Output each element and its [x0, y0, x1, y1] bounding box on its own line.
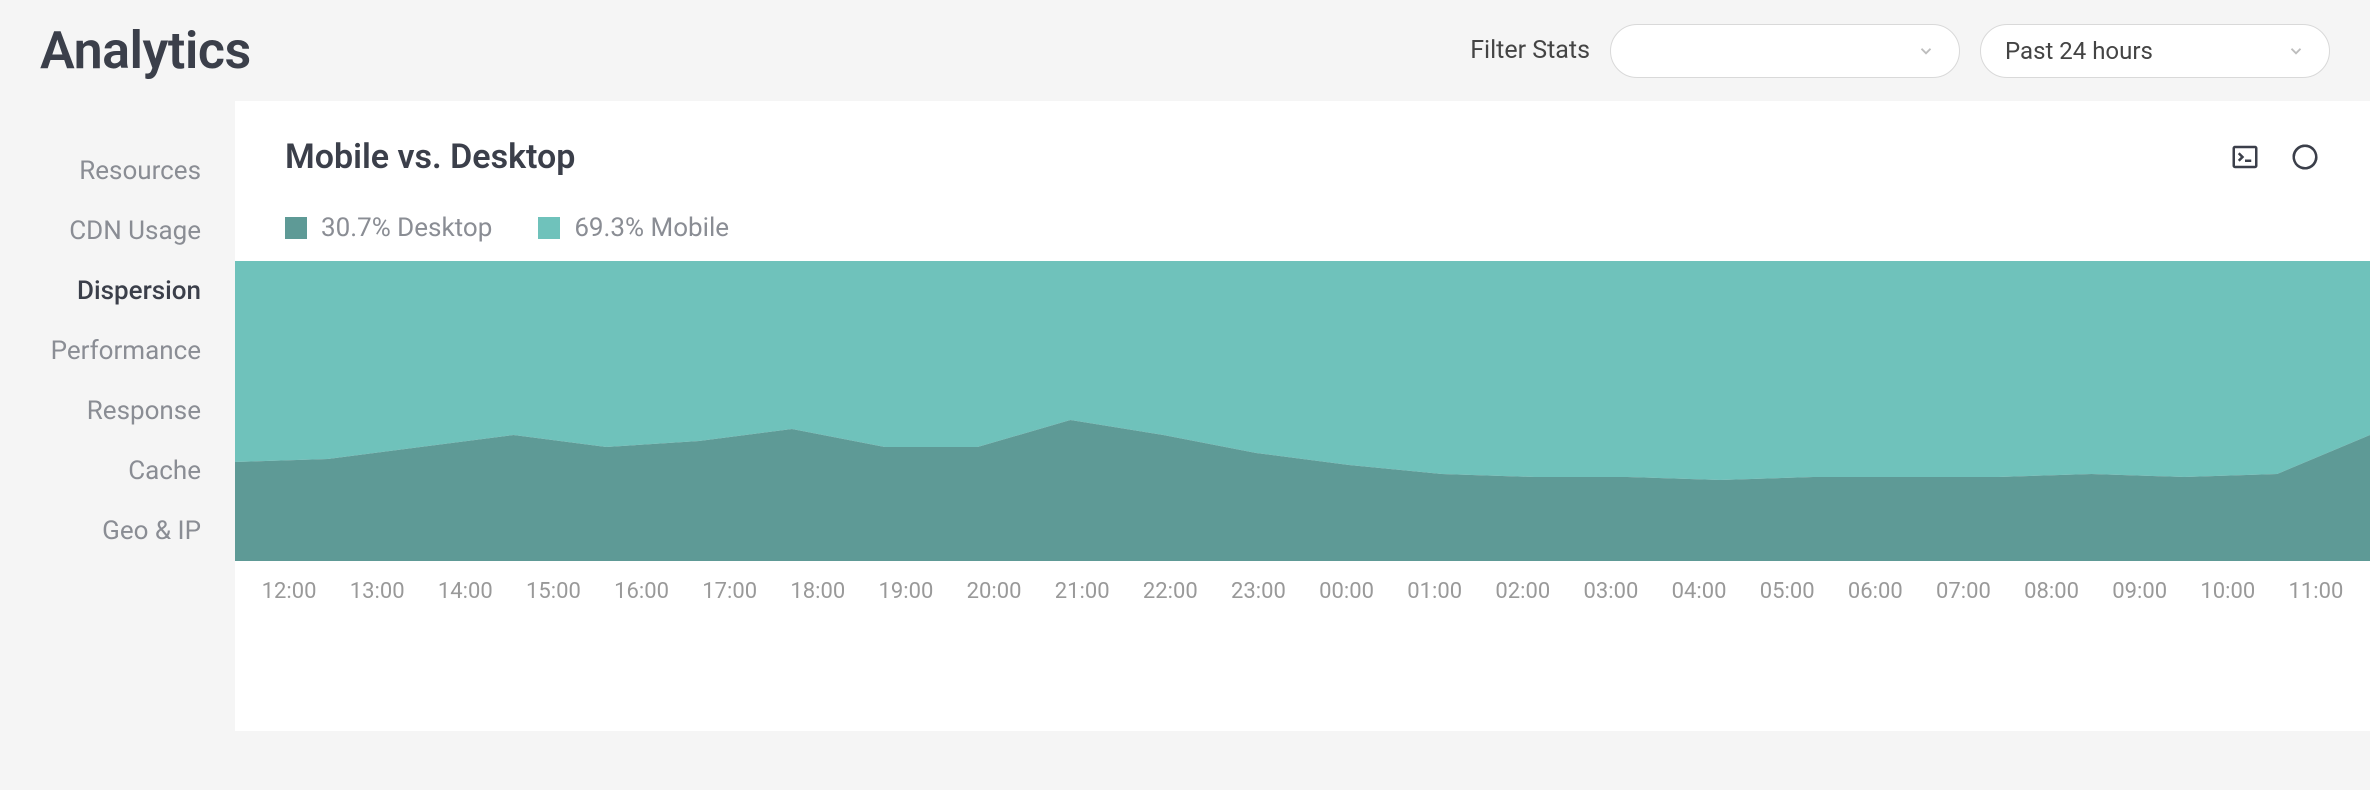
- sidebar-item-label: CDN Usage: [69, 216, 201, 246]
- chart-area: 12:0013:0014:0015:0016:0017:0018:0019:00…: [235, 261, 2370, 731]
- sidebar: Resources CDN Usage Dispersion Performan…: [0, 101, 235, 731]
- x-tick: 13:00: [333, 579, 421, 604]
- x-tick: 14:00: [421, 579, 509, 604]
- sidebar-item-cache[interactable]: Cache: [0, 441, 235, 501]
- x-tick: 07:00: [1919, 579, 2007, 604]
- sidebar-item-label: Dispersion: [77, 276, 201, 306]
- chevron-down-icon: [2287, 42, 2305, 60]
- header: Analytics Filter Stats Past 24 hours: [0, 0, 2370, 101]
- page-title: Analytics: [40, 20, 251, 81]
- x-tick: 01:00: [1391, 579, 1479, 604]
- sidebar-item-label: Response: [87, 396, 201, 426]
- x-tick: 23:00: [1214, 579, 1302, 604]
- x-tick: 03:00: [1567, 579, 1655, 604]
- refresh-icon[interactable]: [2290, 142, 2320, 172]
- legend-swatch-desktop: [285, 217, 307, 239]
- sidebar-item-response[interactable]: Response: [0, 381, 235, 441]
- x-tick: 11:00: [2272, 579, 2360, 604]
- chart-title: Mobile vs. Desktop: [285, 137, 575, 177]
- filter-group: Filter Stats Past 24 hours: [1470, 24, 2330, 78]
- chart-x-axis: 12:0013:0014:0015:0016:0017:0018:0019:00…: [235, 561, 2370, 634]
- sidebar-item-label: Performance: [51, 336, 201, 366]
- legend-item-desktop[interactable]: 30.7% Desktop: [285, 213, 492, 243]
- legend-label: 30.7% Desktop: [321, 213, 492, 243]
- sidebar-item-label: Resources: [79, 156, 201, 186]
- filter-stats-label: Filter Stats: [1470, 36, 1590, 65]
- x-tick: 08:00: [2008, 579, 2096, 604]
- x-tick: 16:00: [598, 579, 686, 604]
- legend-label: 69.3% Mobile: [574, 213, 729, 243]
- x-tick: 18:00: [774, 579, 862, 604]
- x-tick: 20:00: [950, 579, 1038, 604]
- legend-swatch-mobile: [538, 217, 560, 239]
- card-header: Mobile vs. Desktop: [235, 101, 2370, 187]
- sidebar-item-resources[interactable]: Resources: [0, 141, 235, 201]
- sidebar-item-label: Cache: [128, 456, 201, 486]
- chart-card: Mobile vs. Desktop: [235, 101, 2370, 731]
- x-tick: 17:00: [686, 579, 774, 604]
- time-range-select[interactable]: Past 24 hours: [1980, 24, 2330, 78]
- x-tick: 12:00: [245, 579, 333, 604]
- sidebar-item-cdn-usage[interactable]: CDN Usage: [0, 201, 235, 261]
- x-tick: 10:00: [2184, 579, 2272, 604]
- sidebar-item-dispersion[interactable]: Dispersion: [0, 261, 235, 321]
- x-tick: 04:00: [1655, 579, 1743, 604]
- sidebar-item-performance[interactable]: Performance: [0, 321, 235, 381]
- time-range-value: Past 24 hours: [2005, 37, 2153, 65]
- stacked-area-chart: [235, 261, 2370, 561]
- x-tick: 19:00: [862, 579, 950, 604]
- x-tick: 15:00: [509, 579, 597, 604]
- x-tick: 00:00: [1303, 579, 1391, 604]
- legend-item-mobile[interactable]: 69.3% Mobile: [538, 213, 729, 243]
- chevron-down-icon: [1917, 42, 1935, 60]
- card-actions: [2230, 142, 2320, 172]
- x-tick: 06:00: [1831, 579, 1919, 604]
- x-tick: 02:00: [1479, 579, 1567, 604]
- x-tick: 21:00: [1038, 579, 1126, 604]
- sidebar-item-label: Geo & IP: [102, 516, 201, 546]
- x-tick: 05:00: [1743, 579, 1831, 604]
- x-tick: 22:00: [1126, 579, 1214, 604]
- console-icon[interactable]: [2230, 142, 2260, 172]
- x-tick: 09:00: [2096, 579, 2184, 604]
- filter-stats-select[interactable]: [1610, 24, 1960, 78]
- sidebar-item-geo-ip[interactable]: Geo & IP: [0, 501, 235, 561]
- chart-legend: 30.7% Desktop 69.3% Mobile: [235, 187, 2370, 261]
